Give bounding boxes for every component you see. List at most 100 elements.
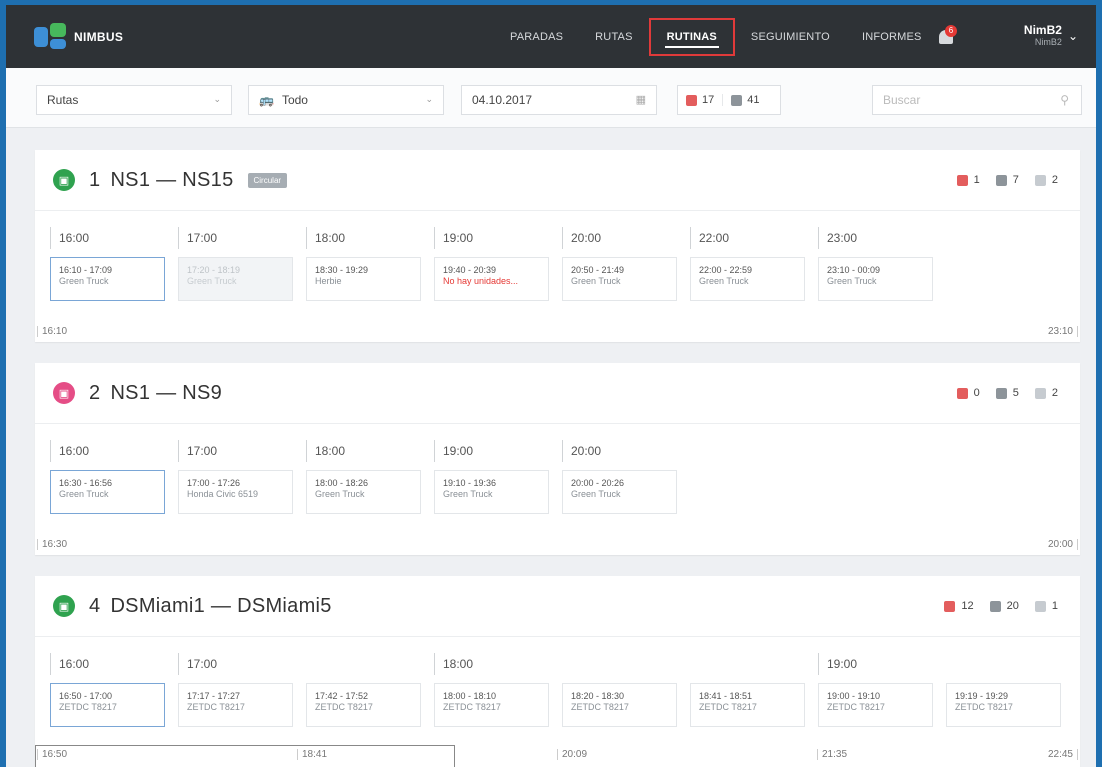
trip-time: 20:50 - 21:49 xyxy=(571,265,625,275)
scale-mark: 20:09 xyxy=(557,749,587,760)
bus-icon xyxy=(1034,387,1046,399)
stat-alert: 12 xyxy=(944,600,974,612)
trip-slot[interactable]: 18:00 - 18:10 ZETDC T8217 xyxy=(434,683,549,727)
trip-slot[interactable]: 18:20 - 18:30 ZETDC T8217 xyxy=(562,683,677,727)
trip-vehicle: Honda Civic 6519 xyxy=(187,489,259,499)
trip-vehicle: Green Truck xyxy=(571,276,621,286)
stat-alert-value: 0 xyxy=(973,387,980,399)
nav-rutas[interactable]: RUTAS xyxy=(579,18,648,56)
trip-slot[interactable]: 17:20 - 18:19 Green Truck xyxy=(178,257,293,301)
top-navigation: NIMBUS PARADAS RUTAS RUTINAS SEGUIMIENTO… xyxy=(6,5,1096,68)
stat-alert-value: 1 xyxy=(973,174,980,186)
status-counters: 17 41 xyxy=(677,85,781,115)
trip-slot[interactable]: 19:00 - 19:10 ZETDC T8217 xyxy=(818,683,933,727)
trip-slot[interactable]: 20:00 - 20:26 Green Truck xyxy=(562,470,677,514)
stat-vehicles: 2 xyxy=(1034,387,1058,399)
trip-time: 18:41 - 18:51 xyxy=(699,691,753,701)
calendar-icon: ▦ xyxy=(635,94,646,106)
route-card: ▣ 1 NS1 — NS15 Circular 1 7 2 16:00 17:00… xyxy=(35,150,1080,342)
trip-vehicle: Green Truck xyxy=(187,276,237,286)
trip-slot[interactable]: 18:41 - 18:51 ZETDC T8217 xyxy=(690,683,805,727)
trip-vehicle: ZETDC T8217 xyxy=(59,702,117,712)
trip-time: 18:00 - 18:10 xyxy=(443,691,497,701)
trip-vehicle: ZETDC T8217 xyxy=(955,702,1013,712)
nav-rutinas[interactable]: RUTINAS xyxy=(648,17,735,56)
hour-label: 18:00 xyxy=(306,227,345,249)
scale-mark: 16:50 xyxy=(37,749,67,760)
route-number: 1 xyxy=(89,168,101,191)
alert-count: 17 xyxy=(702,94,715,106)
trip-vehicle: ZETDC T8217 xyxy=(443,702,501,712)
bus-icon: ▣ xyxy=(53,169,75,191)
trip-slot[interactable]: 17:00 - 17:26 Honda Civic 6519 xyxy=(178,470,293,514)
route-number: 2 xyxy=(89,381,101,404)
shield-icon xyxy=(995,387,1007,399)
trip-time: 22:00 - 22:59 xyxy=(699,265,753,275)
scale-mark: 22:45 xyxy=(1048,749,1078,760)
alert-counter[interactable]: 17 xyxy=(678,94,722,106)
scale-start: 16:30 xyxy=(37,539,67,550)
bus-icon xyxy=(1034,600,1046,612)
stat-vehicles-value: 1 xyxy=(1051,600,1058,612)
trip-time: 19:10 - 19:36 xyxy=(443,478,497,488)
stat-ok: 5 xyxy=(995,387,1019,399)
trip-slot[interactable]: 18:00 - 18:26 Green Truck xyxy=(306,470,421,514)
route-header[interactable]: ▣ 2 NS1 — NS9 0 5 2 xyxy=(35,363,1080,424)
route-number: 4 xyxy=(89,594,101,617)
user-menu[interactable]: NimB2 NimB2 ⌄ xyxy=(1024,23,1078,48)
trip-time: 19:40 - 20:39 xyxy=(443,265,497,275)
trip-slot[interactable]: 17:17 - 17:27 ZETDC T8217 xyxy=(178,683,293,727)
brand-logo[interactable]: NIMBUS xyxy=(34,22,123,51)
trip-vehicle: ZETDC T8217 xyxy=(571,702,629,712)
chevron-down-icon: ⌄ xyxy=(425,94,433,104)
trip-slot[interactable]: 16:30 - 16:56 Green Truck xyxy=(50,470,165,514)
trip-vehicle: ZETDC T8217 xyxy=(699,702,757,712)
routes-select[interactable]: Rutas ⌄ xyxy=(36,85,232,115)
scale-end: 23:10 xyxy=(1048,326,1078,337)
trip-slot[interactable]: 22:00 - 22:59 Green Truck xyxy=(690,257,805,301)
trip-slot[interactable]: 17:42 - 17:52 ZETDC T8217 xyxy=(306,683,421,727)
notifications-bell-icon[interactable]: 6 xyxy=(936,25,958,49)
route-header[interactable]: ▣ 1 NS1 — NS15 Circular 1 7 2 xyxy=(35,150,1080,211)
scale-start: 16:10 xyxy=(37,326,67,337)
trip-vehicle: Green Truck xyxy=(59,489,109,499)
trip-vehicle: ZETDC T8217 xyxy=(827,702,885,712)
ok-counter[interactable]: 41 xyxy=(722,94,767,106)
bus-icon xyxy=(1034,174,1046,186)
trip-slot[interactable]: 19:10 - 19:36 Green Truck xyxy=(434,470,549,514)
chevron-down-icon: ⌄ xyxy=(213,94,221,104)
trip-time: 16:50 - 17:00 xyxy=(59,691,113,701)
trip-slot[interactable]: 20:50 - 21:49 Green Truck xyxy=(562,257,677,301)
trip-slot[interactable]: 16:50 - 17:00 ZETDC T8217 xyxy=(50,683,165,727)
trip-slot[interactable]: 18:30 - 19:29 Herbie xyxy=(306,257,421,301)
route-title: 4 DSMiami1 — DSMiami5 xyxy=(89,595,332,618)
vehicle-select-value: Todo xyxy=(281,93,308,107)
trip-slot[interactable]: 19:40 - 20:39 No hay unidades... xyxy=(434,257,549,301)
route-header[interactable]: ▣ 4 DSMiami1 — DSMiami5 12 20 1 xyxy=(35,576,1080,637)
alert-icon xyxy=(944,600,956,612)
stat-vehicles: 2 xyxy=(1034,174,1058,186)
trip-time: 23:10 - 00:09 xyxy=(827,265,881,275)
route-card: ▣ 4 DSMiami1 — DSMiami5 12 20 1 16:00 17:… xyxy=(35,576,1080,767)
trip-slot[interactable]: 19:19 - 19:29 ZETDC T8217 xyxy=(946,683,1061,727)
hour-label: 22:00 xyxy=(690,227,729,249)
hour-label: 16:00 xyxy=(50,227,89,249)
trip-slot[interactable]: 16:10 - 17:09 Green Truck xyxy=(50,257,165,301)
trip-slot[interactable]: 23:10 - 00:09 Green Truck xyxy=(818,257,933,301)
nimbus-logo-icon xyxy=(34,22,68,51)
nav-informes[interactable]: INFORMES xyxy=(846,18,938,56)
vehicle-select[interactable]: 🚌 Todo ⌄ xyxy=(248,85,444,115)
hour-label: 20:00 xyxy=(562,227,601,249)
nav-paradas[interactable]: PARADAS xyxy=(494,18,579,56)
hour-label: 18:00 xyxy=(306,440,345,462)
filter-bar: Rutas ⌄ 🚌 Todo ⌄ 04.10.2017 ▦ 17 41 Busc… xyxy=(6,68,1096,128)
trip-time: 16:30 - 16:56 xyxy=(59,478,113,488)
timeline-range-handle[interactable] xyxy=(35,745,455,767)
nav-seguimiento[interactable]: SEGUIMIENTO xyxy=(735,18,846,56)
route-name: DSMiami1 — DSMiami5 xyxy=(110,594,332,617)
date-picker[interactable]: 04.10.2017 ▦ xyxy=(461,85,657,115)
stat-vehicles-value: 2 xyxy=(1051,174,1058,186)
search-input[interactable]: Buscar ⚲ xyxy=(872,85,1082,115)
trip-time: 17:00 - 17:26 xyxy=(187,478,241,488)
search-icon: ⚲ xyxy=(1060,93,1069,107)
